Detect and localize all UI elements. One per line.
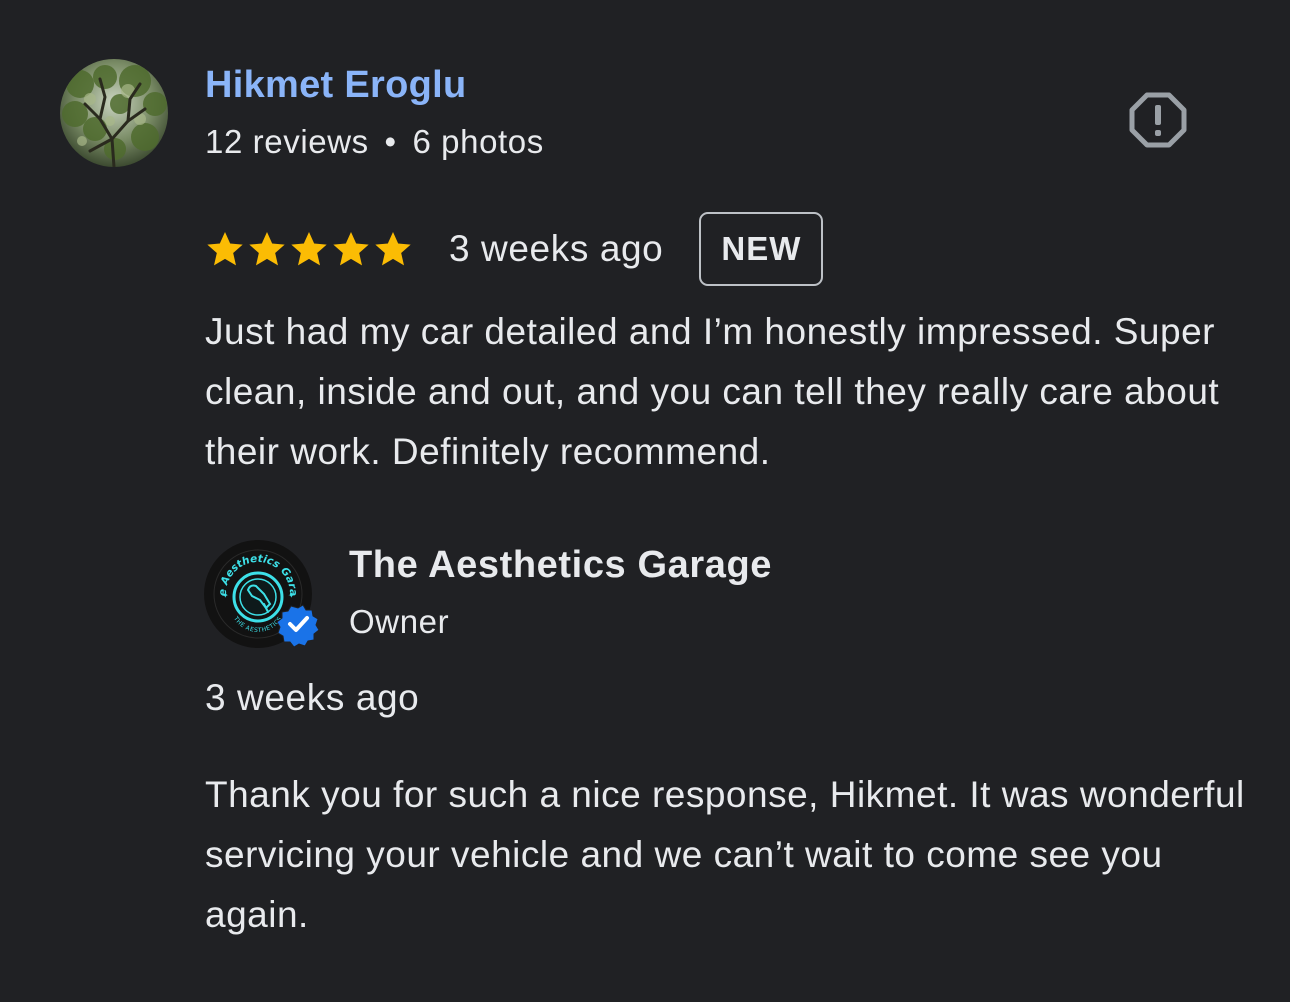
review-text: Just had my car detailed and I’m honestl…	[205, 311, 1220, 472]
meta-separator: •	[384, 123, 397, 160]
star-icon	[249, 232, 285, 266]
new-badge: NEW	[699, 212, 824, 286]
report-button[interactable]	[1128, 90, 1188, 150]
svg-text:✦: ✦	[222, 591, 229, 600]
reviewer-avatar-image	[60, 59, 168, 167]
star-icon	[375, 232, 411, 266]
verified-check-icon	[276, 604, 320, 648]
owner-avatar[interactable]: The Aesthetics Garage THE AESTHETICS ✦ ✦	[200, 531, 320, 648]
star-rating	[205, 229, 415, 269]
reply-time: 3 weeks ago	[205, 677, 420, 718]
reviews-count: 12 reviews	[205, 123, 369, 160]
reviewer-avatar[interactable]	[60, 59, 168, 167]
report-flag-icon	[1129, 92, 1187, 148]
star-icon	[333, 232, 369, 266]
star-icon	[291, 232, 327, 266]
owner-role: Owner	[349, 603, 450, 640]
review-card: Hikmet Eroglu 12 reviews • 6 photos 3 we…	[0, 0, 1290, 1002]
reviewer-name[interactable]: Hikmet Eroglu	[205, 64, 467, 107]
owner-business-name[interactable]: The Aesthetics Garage	[349, 544, 772, 587]
reply-text: Thank you for such a nice response, Hikm…	[205, 774, 1245, 935]
star-icon	[207, 232, 243, 266]
reviewer-meta: 12 reviews • 6 photos	[205, 123, 544, 161]
svg-text:✦: ✦	[288, 591, 295, 600]
rating-row: 3 weeks ago NEW	[205, 212, 824, 286]
photos-count: 6 photos	[412, 123, 544, 160]
review-time: 3 weeks ago	[449, 228, 664, 269]
business-logo: The Aesthetics Garage THE AESTHETICS ✦ ✦	[200, 531, 320, 648]
